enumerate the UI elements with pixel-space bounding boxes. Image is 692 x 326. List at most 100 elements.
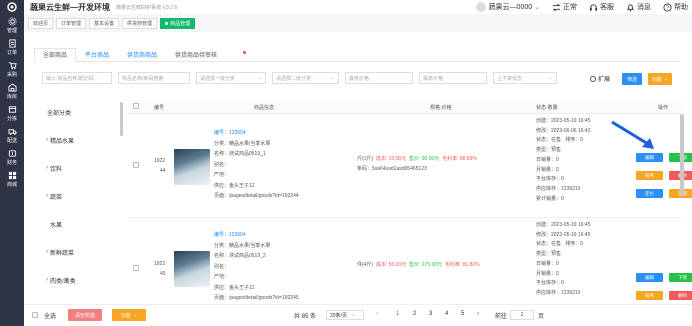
messages-button[interactable]: 消息 — [626, 2, 651, 12]
code-search-input[interactable]: 商品名称/条码搜索 — [118, 72, 190, 84]
select-all-checkbox[interactable] — [32, 312, 38, 318]
annotation-arrow-icon — [611, 120, 654, 149]
subtab-all-goods[interactable]: 全部商品 — [34, 48, 77, 62]
modified-time: 修改：2023-06-06 16:43 — [536, 127, 591, 134]
category-item[interactable]: › 精品水果 — [34, 126, 122, 154]
page-size-value: 20条/页 — [330, 312, 347, 319]
avatar — [475, 2, 486, 12]
header-checkbox[interactable] — [133, 103, 139, 109]
filter-bar: 输入:商品名称/助记码 商品名称/条码搜索 请选择一级分类 请选择二级分类 最低… — [42, 72, 563, 84]
table-scrollbar[interactable] — [680, 114, 684, 196]
price-max-input[interactable]: 最高价格 — [419, 72, 487, 84]
category-item[interactable]: 全部分类 — [34, 98, 122, 126]
help-icon: ? — [663, 2, 672, 12]
page-number[interactable]: 2 — [413, 311, 416, 317]
sidebar-item-sort[interactable]: 分拣 — [0, 102, 24, 124]
sidebar-item-finance[interactable]: 财务 — [0, 146, 24, 168]
created-time: 创建：2023-05-19 16:45 — [536, 222, 591, 228]
edit-button[interactable]: 编辑 — [636, 153, 663, 162]
product-info: 编号：123654 分类：精品水果/当季水果 名称：测试商品0519_1 别名：… — [214, 128, 299, 202]
tab-order-manage[interactable]: 订单管理 — [56, 17, 87, 29]
row-id: 1922 44 — [154, 156, 166, 176]
app-version: 蔬果云生鲜ERP系统 V3.2.6 — [116, 4, 178, 11]
category-scrollbar[interactable] — [120, 102, 123, 136]
category-level2-select[interactable]: 请选择二级分类 — [272, 72, 339, 84]
status-label: 正常 — [563, 4, 577, 11]
sidebar-item-purchase[interactable]: 采购 — [0, 58, 24, 80]
sidebar-item-label: 订单 — [6, 49, 17, 56]
next-page-icon[interactable]: › — [477, 311, 479, 317]
sort-icon — [8, 105, 16, 113]
service-button[interactable]: 客服 — [589, 2, 614, 12]
delete-button[interactable]: 删除 — [669, 291, 692, 300]
gear-icon — [7, 16, 17, 26]
clear-selected-button[interactable]: 清空所选 — [68, 309, 102, 321]
status-select[interactable]: 上下架状态 — [493, 72, 557, 84]
user-menu[interactable]: 蔬果云—0000 ⌄ — [475, 2, 540, 12]
warehouse-icon — [7, 82, 17, 92]
page-number[interactable]: 5 — [461, 311, 464, 317]
modified-time: 修改：2023-05-19 16:45 — [536, 231, 591, 238]
row-id-line: 45 — [160, 271, 166, 277]
row-checkbox[interactable] — [133, 162, 139, 168]
tab-supplier-manage[interactable]: 供货商管理 — [122, 17, 158, 29]
notification-dot — [243, 51, 246, 54]
sidebar-item-manage[interactable]: 管理 — [0, 14, 24, 36]
sort-order: 排序：0 — [565, 137, 583, 144]
product-origin: 产地： — [214, 274, 230, 280]
platform-stock: 平台库存：0 — [536, 176, 564, 183]
sidebar-item-delivery[interactable]: 配送 — [0, 124, 24, 146]
category-label: 新鲜蔬菜 — [50, 250, 75, 257]
prev-page-icon[interactable]: ‹ — [376, 311, 378, 317]
take-down-button[interactable]: 下架 — [669, 273, 692, 282]
tab-welcome[interactable]: 欢迎页 — [28, 17, 54, 29]
logo[interactable] — [0, 0, 24, 14]
page-size-select[interactable]: 20条/页 ⌄ — [326, 310, 364, 320]
row-checkbox[interactable] — [133, 265, 139, 271]
category-panel: 全部分类 › 精品水果 › 饮料 › 蔬菜 水果 › 新鲜蔬菜 › 肉类/禽类 — [34, 98, 122, 326]
product-image[interactable] — [174, 251, 210, 287]
price-button[interactable]: 定价 — [636, 189, 663, 198]
col-info: 商品信息 — [254, 105, 275, 111]
col-spec: 规格·价格 — [430, 105, 452, 111]
tab-goods-manage[interactable]: 商品管理 — [160, 17, 196, 29]
chevron-down-icon: ⌄ — [663, 76, 669, 82]
extend-toggle[interactable]: 扩展 — [590, 74, 610, 83]
product-spec-price: 斤(1斤) 成本: 10.00元 售价: 90.00元 毛利率: 88.89% … — [357, 154, 477, 174]
category-item[interactable]: › 饮料 — [34, 154, 122, 182]
status-indicator[interactable]: 正常 — [552, 2, 577, 12]
category-item[interactable]: › 蔬菜 — [34, 182, 122, 210]
category-item[interactable]: › 新鲜蔬菜 — [34, 238, 122, 266]
product-type: 类型：预售 — [536, 251, 562, 258]
sidebar-item-label: 采购 — [6, 71, 17, 78]
tab-basic-settings[interactable]: 基本设置 — [89, 17, 120, 29]
edit-button[interactable]: 编辑 — [636, 273, 663, 282]
filter-button[interactable]: 筛选 — [622, 73, 642, 85]
subtab-pending-review[interactable]: 供货商品待审核 — [166, 48, 226, 62]
price-min-input[interactable]: 最低价格 — [345, 72, 413, 84]
sidebar-item-warehouse[interactable]: 库房 — [0, 80, 24, 102]
page-number[interactable]: 3 — [429, 311, 432, 317]
radio-icon — [590, 75, 596, 82]
spec-unit: 斤(1斤) — [357, 156, 374, 162]
sidebar-item-mall[interactable]: 商城 — [0, 168, 24, 190]
page-number[interactable]: 4 — [445, 311, 448, 317]
chevron-right-icon: › — [46, 165, 48, 171]
page-number[interactable]: 1 — [396, 311, 399, 317]
footer-function-button[interactable]: 功能 ⌄ — [112, 309, 146, 321]
goto-page-input[interactable]: 1 — [510, 310, 534, 320]
function-dropdown-button[interactable]: 功能 ⌄ — [648, 73, 672, 85]
category-item[interactable]: 水果 — [34, 210, 122, 238]
sidebar-item-order[interactable]: 订单 — [0, 36, 24, 58]
product-supplier: 供应：鱼头王子12 — [214, 284, 255, 291]
category-level1-select[interactable]: 请选择一级分类 — [196, 72, 266, 84]
keyword-input[interactable]: 输入:商品名称/助记码 — [42, 72, 112, 84]
sort-button[interactable]: 排序 — [636, 291, 663, 300]
help-button[interactable]: ? 帮助 — [663, 2, 688, 12]
subtab-supplier-goods[interactable]: 供货商商品 — [118, 48, 166, 62]
sort-button[interactable]: 排序 — [636, 171, 663, 180]
subtab-platform-goods[interactable]: 平台商品 — [76, 48, 118, 62]
product-image[interactable] — [174, 149, 210, 185]
product-code: 编号：123654 — [214, 232, 246, 238]
category-item[interactable]: › 肉类/禽类 — [34, 266, 122, 294]
